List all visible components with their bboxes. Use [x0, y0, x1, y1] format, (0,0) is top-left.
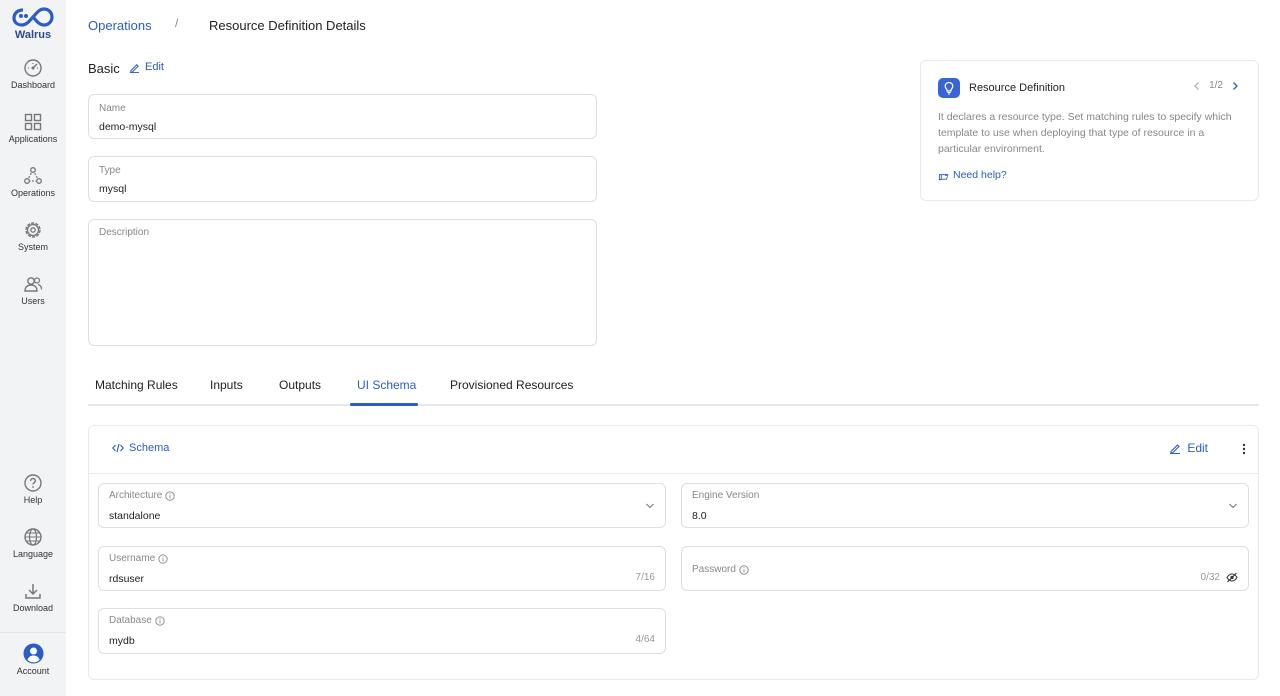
username-field[interactable]: Username rdsuser 7/16 — [98, 546, 666, 591]
type-field-label: Type — [99, 165, 121, 176]
account-avatar-icon — [23, 643, 43, 664]
edit-icon — [1170, 444, 1181, 454]
sidebar-item-language[interactable]: Language — [0, 527, 66, 559]
sidebar: Walrus Dashboard Applications Operations — [0, 0, 66, 696]
sidebar-item-label: Users — [21, 296, 45, 306]
database-value: mydb — [109, 635, 135, 647]
architecture-value: standalone — [109, 510, 161, 522]
architecture-select[interactable]: Architecture standalone — [98, 483, 666, 528]
sidebar-item-label: Applications — [8, 134, 58, 144]
architecture-label: Architecture — [109, 490, 176, 501]
lightbulb-icon — [944, 81, 954, 95]
basic-edit-button[interactable]: Edit — [129, 61, 164, 73]
password-field[interactable]: Password 0/32 — [681, 546, 1249, 591]
schema-label: Schema — [129, 442, 170, 454]
chevron-down-icon — [1229, 503, 1237, 509]
tab-ui-schema[interactable]: UI Schema — [357, 378, 416, 392]
username-value: rdsuser — [109, 573, 145, 585]
help-icon — [24, 474, 42, 492]
sidebar-item-account[interactable]: Account — [0, 643, 66, 676]
schema-edit-button[interactable]: Edit — [1169, 441, 1208, 455]
sidebar-item-download[interactable]: Download — [0, 581, 66, 613]
sidebar-item-label: Operations — [10, 188, 56, 198]
basic-section-title: Basic — [88, 61, 120, 76]
sidebar-item-applications[interactable]: Applications — [0, 112, 66, 144]
tab-outputs[interactable]: Outputs — [279, 378, 321, 392]
tab-matching-rules[interactable]: Matching Rules — [95, 378, 178, 392]
need-help-label: Need help? — [953, 169, 1007, 181]
gear-icon — [25, 222, 41, 238]
users-icon — [24, 277, 43, 292]
sidebar-item-label: Dashboard — [10, 80, 56, 90]
database-char-count: 4/64 — [635, 634, 655, 645]
info-card-pager: 1/2 — [1192, 80, 1240, 91]
dashboard-icon — [24, 59, 42, 77]
ui-schema-panel-header: Schema Edit — [89, 426, 1258, 474]
tab-provisioned-resources[interactable]: Provisioned Resources — [450, 378, 573, 392]
database-field[interactable]: Database mydb 4/64 — [98, 608, 666, 654]
walrus-logo[interactable]: Walrus — [10, 6, 56, 41]
brand-name: Walrus — [14, 29, 52, 41]
password-char-count: 0/32 — [1200, 572, 1220, 583]
edit-icon — [129, 63, 140, 73]
name-field-label: Name — [99, 103, 126, 114]
schema-edit-label: Edit — [1187, 441, 1208, 455]
engine-version-label: Engine Version — [692, 490, 760, 501]
code-icon — [112, 443, 124, 453]
sidebar-item-label: Help — [23, 495, 43, 505]
sidebar-item-label: System — [17, 242, 48, 252]
username-char-count: 7/16 — [635, 572, 655, 583]
password-label: Password — [692, 564, 749, 575]
active-tab-indicator — [350, 403, 418, 406]
globe-icon — [24, 528, 42, 546]
tab-inputs[interactable]: Inputs — [210, 378, 243, 392]
lightbulb-icon-badge — [938, 78, 960, 98]
info-icon[interactable] — [165, 490, 176, 501]
sidebar-item-system[interactable]: System — [0, 220, 66, 252]
type-field-value: mysql — [99, 183, 127, 195]
resource-definition-info-card: Resource Definition 1/2 It declares a re… — [920, 60, 1259, 201]
chevron-down-icon — [646, 503, 654, 509]
engine-version-value: 8.0 — [692, 510, 707, 522]
grid-icon — [24, 113, 42, 131]
pointing-hand-icon — [938, 173, 949, 180]
description-field-label: Description — [99, 227, 150, 238]
eye-off-icon[interactable] — [1226, 572, 1238, 583]
walrus-logo-icon — [12, 7, 54, 27]
triangle-nodes-icon — [24, 167, 42, 184]
sidebar-item-label: Language — [12, 549, 54, 559]
need-help-link[interactable]: Need help? — [938, 169, 1007, 181]
info-card-title: Resource Definition — [969, 82, 1065, 94]
username-label: Username — [109, 553, 168, 564]
download-icon — [25, 584, 41, 599]
more-vertical-icon[interactable] — [1241, 441, 1247, 457]
schema-toggle-button[interactable]: Schema — [112, 442, 169, 454]
sidebar-item-users[interactable]: Users — [0, 274, 66, 306]
sidebar-item-dashboard[interactable]: Dashboard — [0, 58, 66, 90]
sidebar-divider — [0, 632, 66, 633]
page-title: Resource Definition Details — [209, 18, 366, 33]
breadcrumb-operations[interactable]: Operations — [88, 18, 152, 33]
info-icon[interactable] — [155, 615, 165, 626]
basic-edit-label: Edit — [145, 61, 164, 73]
info-card-page-indicator: 1/2 — [1209, 80, 1223, 91]
database-label: Database — [109, 615, 165, 626]
chevron-left-icon[interactable] — [1192, 81, 1202, 91]
sidebar-item-help[interactable]: Help — [0, 473, 66, 505]
info-icon[interactable] — [739, 564, 749, 575]
sidebar-item-label: Account — [16, 666, 50, 676]
info-icon[interactable] — [158, 553, 168, 564]
breadcrumb-separator: / — [175, 16, 179, 30]
description-field[interactable]: Description — [88, 219, 597, 346]
chevron-right-icon[interactable] — [1230, 81, 1240, 91]
name-field[interactable]: Name demo-mysql — [88, 94, 597, 139]
detail-tabs: Matching Rules Inputs Outputs UI Schema … — [88, 370, 1259, 406]
sidebar-item-operations[interactable]: Operations — [0, 166, 66, 198]
info-card-description: It declares a resource type. Set matchin… — [938, 111, 1232, 155]
name-field-value: demo-mysql — [99, 121, 157, 133]
engine-version-select[interactable]: Engine Version 8.0 — [681, 483, 1249, 528]
type-field[interactable]: Type mysql — [88, 156, 597, 202]
sidebar-item-label: Download — [12, 603, 54, 613]
